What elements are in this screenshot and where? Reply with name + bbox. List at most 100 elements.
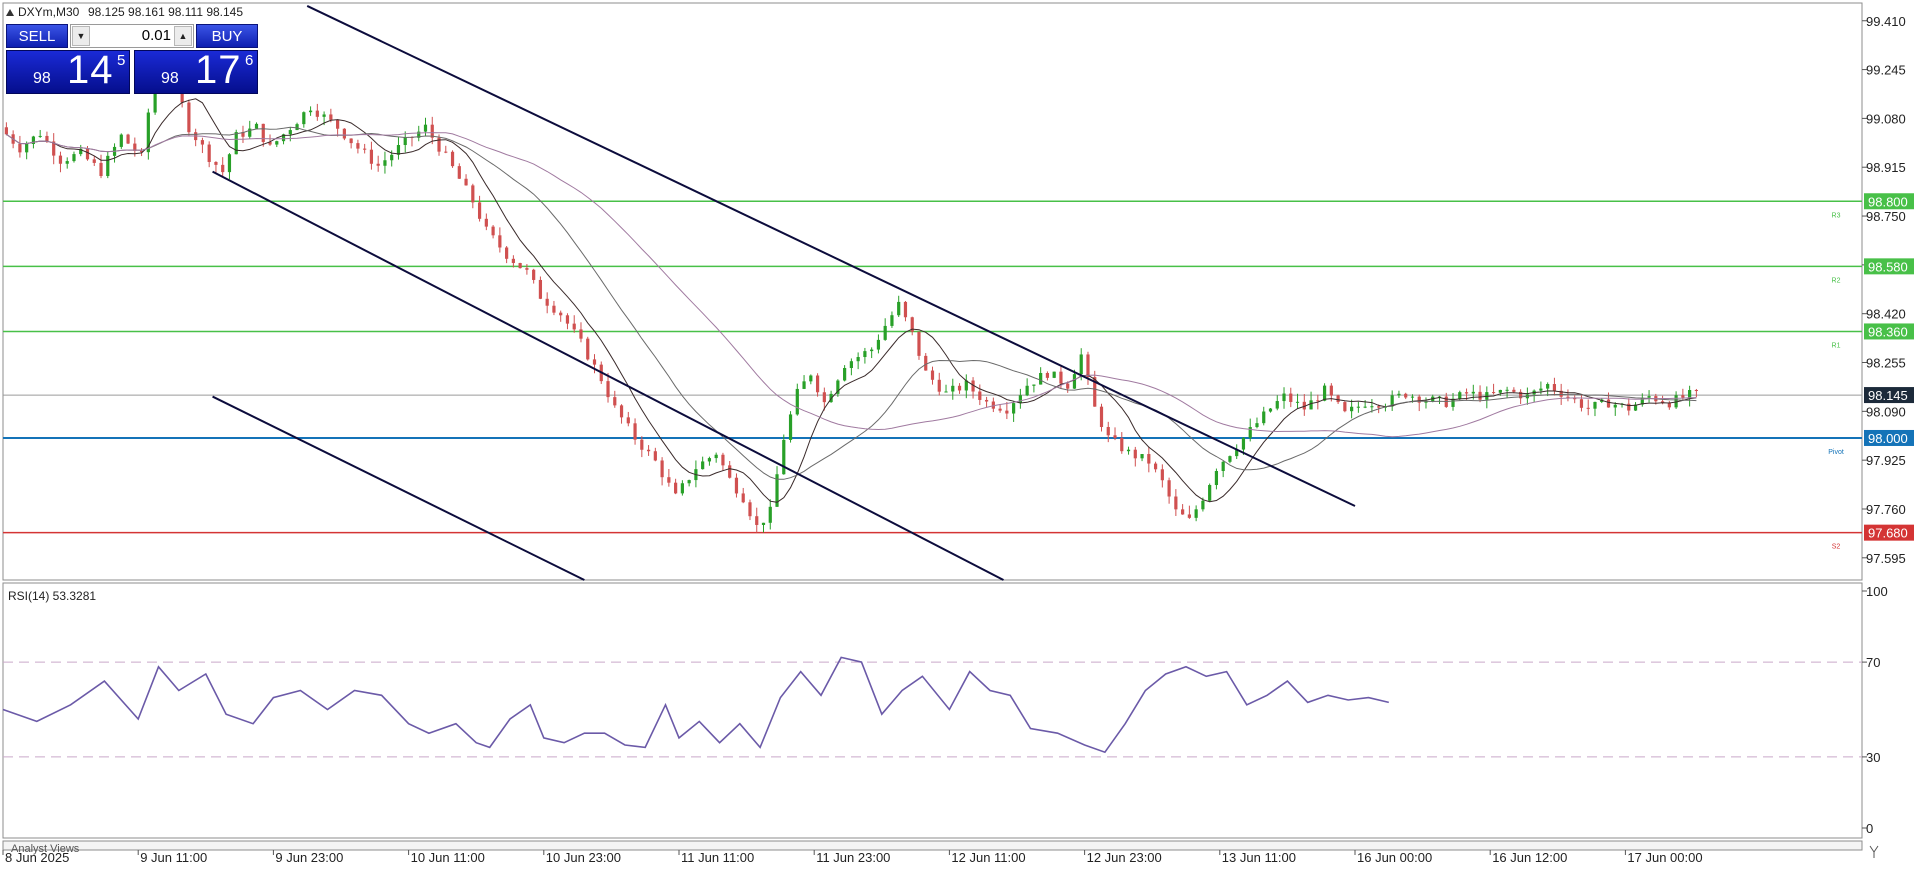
rsi-tick-label: 100 [1866, 584, 1888, 599]
candle-body [815, 375, 820, 393]
level-price-label: 97.680 [1868, 526, 1908, 541]
x-tick-label: 12 Jun 23:00 [1087, 850, 1162, 865]
candle-body [674, 482, 678, 494]
buy-button[interactable]: BUY [196, 24, 258, 48]
y-tick-label: 99.245 [1866, 63, 1906, 78]
sell-price-point: 5 [117, 52, 126, 69]
candle-body [538, 279, 543, 299]
rsi-tick-label: 0 [1866, 821, 1873, 836]
candle-body [1140, 454, 1144, 459]
candle-body [1613, 404, 1617, 408]
rsi-pane-frame [2, 582, 1863, 839]
candle-body [559, 312, 563, 316]
candle-body [714, 454, 718, 459]
candle-body [315, 110, 319, 117]
candle-body [924, 355, 928, 371]
candle-body [329, 114, 333, 120]
candle-body [1498, 389, 1502, 393]
candle-body [1079, 354, 1083, 375]
candle-body [1289, 393, 1293, 402]
candle-body [484, 218, 488, 227]
candle-body [1221, 461, 1225, 472]
candle-body [369, 149, 374, 164]
candle-body [876, 339, 881, 350]
candle-body [1126, 449, 1131, 452]
candle-body [1032, 384, 1036, 386]
candle-body [227, 154, 232, 173]
y-tick-label: 97.925 [1866, 453, 1906, 468]
candle-body [1194, 509, 1198, 518]
lot-decrease-icon[interactable]: ▼ [72, 26, 90, 46]
candle-body [1282, 393, 1286, 402]
x-tick-label: 10 Jun 11:00 [411, 850, 485, 865]
level-price-label: 98.580 [1868, 259, 1908, 274]
candle-body [302, 112, 306, 125]
candle-body [58, 155, 63, 164]
candle-body [4, 127, 8, 135]
main-chart-frame [2, 2, 1863, 581]
candle-body [1667, 403, 1671, 408]
sell-price-button[interactable]: 98 14 5 [6, 48, 130, 94]
candle-body [322, 114, 326, 117]
candle-body [1370, 406, 1374, 408]
candle-body [511, 258, 515, 264]
scale-fix-icon[interactable] [1869, 845, 1879, 858]
lot-size-input[interactable] [93, 25, 171, 47]
candle-body [363, 148, 367, 150]
candle-body [565, 315, 570, 324]
candle-body [275, 141, 279, 145]
candle-body [349, 138, 353, 144]
candle-body [1181, 509, 1185, 515]
symbol-timeframe-label: DXYm,M30 [18, 5, 80, 19]
candle-body [1458, 392, 1462, 399]
candle-body [701, 461, 705, 470]
x-tick-label: 8 Jun 2025 [5, 850, 69, 865]
lot-increase-icon[interactable]: ▲ [174, 26, 192, 46]
lot-size-field: ▼ ▲ [70, 24, 194, 48]
candle-body [18, 143, 22, 153]
candle-body [721, 454, 725, 466]
buy-price-button[interactable]: 98 17 6 [134, 48, 258, 94]
candle-body [1363, 406, 1367, 408]
candle-body [1174, 496, 1178, 510]
candle-body [471, 185, 475, 203]
candle-body [1309, 400, 1313, 410]
candle-body [795, 388, 799, 415]
candle-body [450, 151, 455, 167]
level-label: S2 [1832, 544, 1841, 551]
chart-window: Analyst Views 99.410 99.245 99.080 98.915 98.… [0, 0, 1916, 874]
candle-body [606, 381, 610, 398]
candle-body [288, 130, 292, 135]
candle-body [1066, 383, 1070, 389]
buy-price-main: 17 [195, 48, 242, 92]
candle-body [937, 379, 941, 392]
candle-body [464, 178, 468, 186]
candle-body [748, 502, 752, 517]
candle-body [187, 102, 191, 133]
candle-body [491, 226, 495, 236]
level-price-label: 98.360 [1868, 324, 1908, 339]
candle-body [1410, 396, 1415, 398]
candle-body [518, 263, 522, 269]
candle-body [532, 269, 536, 280]
candle-body [261, 123, 265, 142]
candle-body [782, 439, 786, 475]
candle-body [1546, 384, 1550, 389]
candle-body [126, 134, 130, 144]
x-tick-label: 13 Jun 11:00 [1222, 850, 1296, 865]
y-tick-label: 97.595 [1866, 551, 1906, 566]
candle-body [863, 351, 867, 358]
y-tick-label: 98.090 [1866, 404, 1906, 419]
candle-body [984, 399, 989, 402]
sell-button[interactable]: SELL [6, 24, 68, 48]
candle-body [890, 315, 894, 326]
candle-body [65, 161, 69, 164]
candle-body [525, 268, 529, 270]
candle-body [1688, 390, 1692, 398]
chart-svg: Analyst Views99.41099.24599.08098.91598.… [2, 2, 1914, 865]
candle-body [1059, 371, 1063, 384]
x-tick-label: 9 Jun 11:00 [140, 850, 207, 865]
candle-body [1539, 388, 1543, 391]
candle-body [342, 128, 346, 139]
buy-price-point: 6 [245, 52, 254, 69]
